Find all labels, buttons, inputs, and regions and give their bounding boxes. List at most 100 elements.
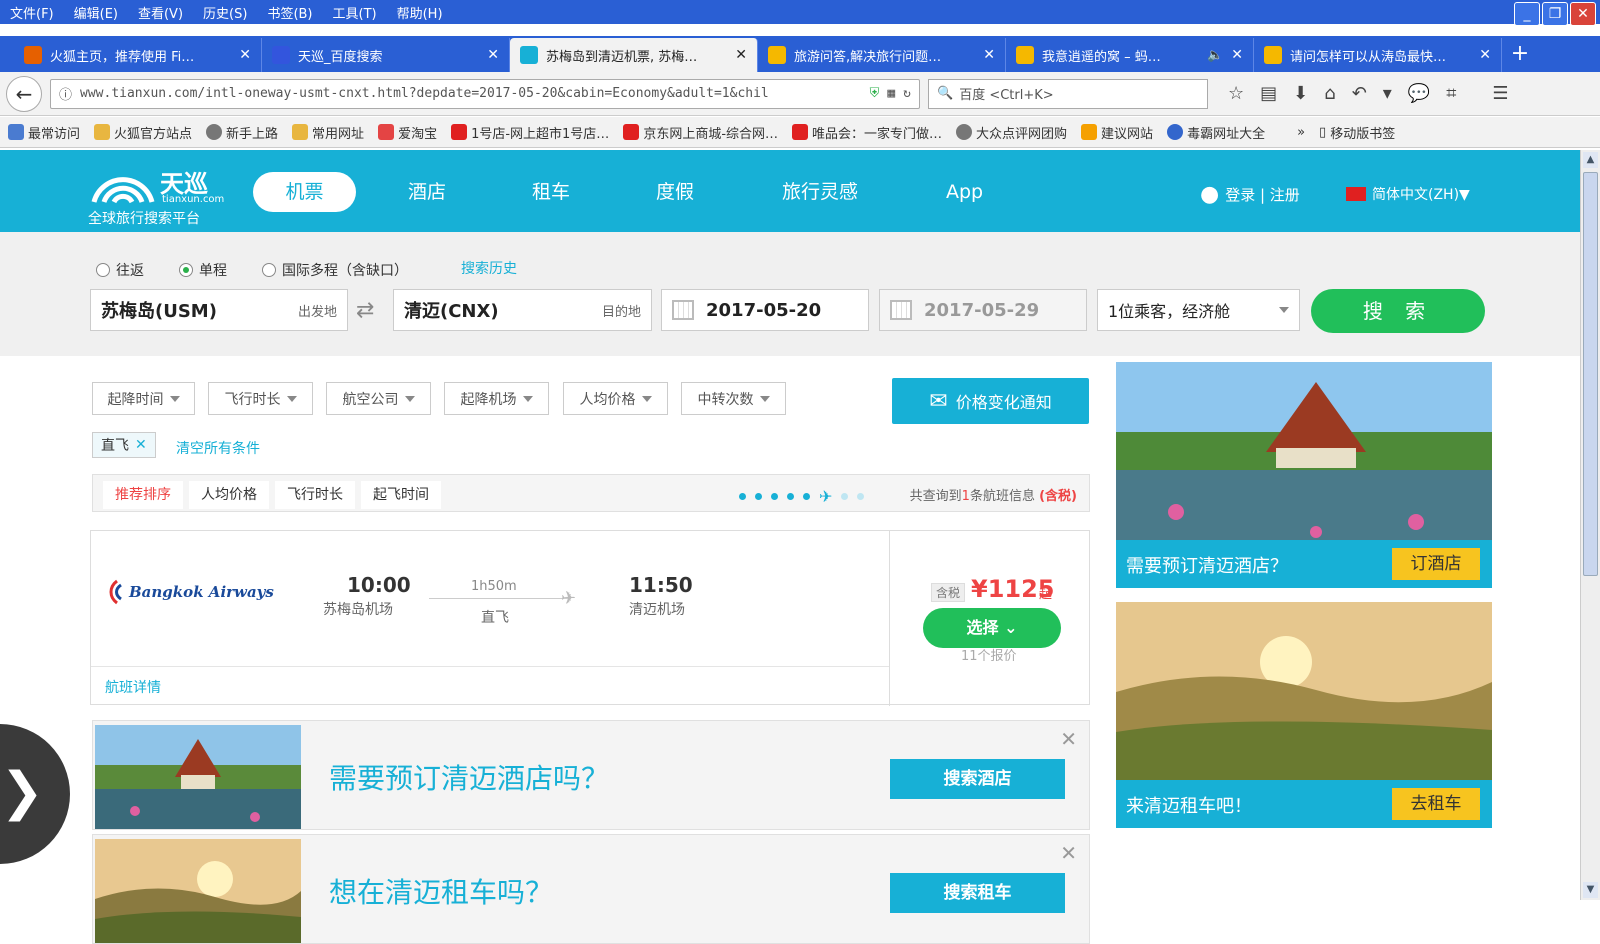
search-hotels-button[interactable]: 搜索酒店 — [890, 759, 1065, 799]
chat-icon[interactable]: 💬 — [1408, 83, 1430, 104]
return-date-field[interactable]: 2017-05-29 — [879, 289, 1087, 331]
next-arrow-button[interactable]: ❯ — [0, 724, 70, 864]
qr-code-icon[interactable]: ▦ — [887, 86, 895, 101]
search-input[interactable]: 百度 <Ctrl+K> — [959, 84, 1053, 103]
search-button[interactable]: 搜 索 — [1311, 289, 1485, 333]
browser-tab[interactable]: 旅游问答,解决旅行问题… ✕ — [758, 38, 1006, 72]
address-bar[interactable]: ⓘ www.tianxun.com/intl-oneway-usmt-cnxt.… — [50, 78, 920, 109]
undo-icon[interactable]: ↶ — [1352, 83, 1367, 104]
minimize-icon[interactable]: _ — [1514, 2, 1540, 26]
info-icon[interactable]: ⓘ — [59, 84, 72, 103]
menu-bookmarks[interactable]: 书签(B) — [257, 3, 322, 22]
menu-file[interactable]: 文件(F) — [0, 3, 64, 22]
filter-stops[interactable]: 中转次数 — [681, 382, 786, 415]
nav-car-rental[interactable]: 租车 — [532, 172, 570, 212]
reload-icon[interactable]: ↻ — [903, 86, 911, 101]
flight-details-link[interactable]: 航班详情 — [105, 677, 161, 697]
back-button[interactable]: ← — [6, 75, 42, 112]
bookmark-item[interactable]: 毒霸网址大全 — [1167, 123, 1265, 142]
browser-tab[interactable]: 请问怎样可以从涛岛最快… ✕ — [1254, 38, 1502, 72]
nav-inspiration[interactable]: 旅行灵感 — [782, 172, 858, 212]
menu-history[interactable]: 历史(S) — [193, 3, 257, 22]
menu-help[interactable]: 帮助(H) — [387, 3, 453, 22]
price-alert-button[interactable]: ✉ 价格变化通知 — [892, 378, 1089, 424]
trip-multicity-radio[interactable]: 国际多程（含缺口） — [262, 260, 408, 280]
bookmark-star-icon[interactable]: ☆ — [1228, 83, 1244, 104]
close-tab-icon[interactable]: ✕ — [1231, 47, 1243, 63]
filter-duration[interactable]: 飞行时长 — [208, 382, 313, 415]
browser-tab-active[interactable]: 苏梅岛到清迈机票, 苏梅… ✕ — [510, 38, 758, 72]
close-icon[interactable]: ✕ — [1060, 727, 1077, 751]
home-icon[interactable]: ⌂ — [1324, 83, 1335, 104]
bookmark-item[interactable]: 1号店-网上超市1号店… — [451, 123, 609, 142]
close-tab-icon[interactable]: ✕ — [487, 47, 499, 63]
bookmark-item[interactable]: 京东网上商城-综合网… — [623, 123, 778, 142]
filter-price[interactable]: 人均价格 — [563, 382, 668, 415]
maximize-icon[interactable]: ❐ — [1542, 2, 1568, 26]
rent-car-button[interactable]: 去租车 — [1392, 788, 1480, 820]
bookmark-item[interactable]: 建议网站 — [1081, 123, 1153, 142]
active-filter-chip[interactable]: 直飞 ✕ — [92, 432, 156, 458]
login-register[interactable]: ● 登录 | 注册 — [1200, 182, 1300, 207]
swap-icon[interactable]: ⇄ — [356, 298, 374, 323]
download-icon[interactable]: ⬇ — [1293, 83, 1308, 104]
trip-roundtrip-radio[interactable]: 往返 — [96, 260, 144, 280]
bookmark-item[interactable]: 最常访问 — [8, 123, 80, 142]
dropdown-icon[interactable]: ▾ — [1383, 83, 1392, 104]
passengers-select[interactable]: 1位乘客，经济舱 — [1097, 289, 1300, 331]
menu-edit[interactable]: 编辑(E) — [64, 3, 128, 22]
scroll-up-icon[interactable]: ▲ — [1583, 152, 1598, 168]
bookmark-item[interactable]: 常用网址 — [292, 123, 364, 142]
quote-count[interactable]: 11个报价 — [961, 645, 1017, 664]
hotel-side-ad[interactable]: 需要预订清迈酒店？ 订酒店 — [1116, 362, 1492, 588]
sort-departure[interactable]: 起飞时间 — [361, 481, 441, 509]
scroll-down-icon[interactable]: ▼ — [1583, 882, 1598, 898]
nav-hotels[interactable]: 酒店 — [408, 172, 446, 212]
filter-time[interactable]: 起降时间 — [92, 382, 195, 415]
remove-filter-icon[interactable]: ✕ — [135, 437, 147, 453]
nav-holidays[interactable]: 度假 — [656, 172, 694, 212]
origin-field[interactable]: 苏梅岛(USM) 出发地 — [90, 289, 348, 331]
speaker-icon[interactable]: 🔈 — [1207, 48, 1223, 63]
menu-view[interactable]: 查看(V) — [128, 3, 193, 22]
hamburger-menu-icon[interactable]: ☰ — [1472, 83, 1508, 104]
url-text[interactable]: www.tianxun.com/intl-oneway-usmt-cnxt.ht… — [80, 86, 862, 101]
select-flight-button[interactable]: 选择 ⌄ — [923, 608, 1061, 648]
sort-duration[interactable]: 飞行时长 — [275, 481, 355, 509]
browser-tab[interactable]: 天巡_百度搜索 ✕ — [262, 38, 510, 72]
bookmarks-overflow-icon[interactable]: » — [1297, 125, 1305, 140]
bookmark-item[interactable]: 新手上路 — [206, 123, 278, 142]
bookmark-item[interactable]: 大众点评网团购 — [956, 123, 1067, 142]
reading-list-icon[interactable]: ▤ — [1260, 83, 1277, 104]
mobile-bookmarks[interactable]: ▯ 移动版书签 — [1319, 123, 1395, 142]
close-icon[interactable]: ✕ — [1060, 841, 1077, 865]
close-tab-icon[interactable]: ✕ — [1479, 47, 1491, 63]
bookmark-item[interactable]: 火狐官方站点 — [94, 123, 192, 142]
shield-icon[interactable]: ⛨ — [870, 86, 880, 101]
browser-tab[interactable]: 我意逍遥的窝 – 蚂… 🔈 ✕ — [1006, 38, 1254, 72]
crop-icon[interactable]: ⌗ — [1446, 83, 1456, 104]
search-box[interactable]: 🔍 百度 <Ctrl+K> — [928, 78, 1208, 109]
filter-airport[interactable]: 起降机场 — [444, 382, 549, 415]
browser-tab[interactable]: 火狐主页，推荐使用 Fi… ✕ — [14, 38, 262, 72]
clear-filters-link[interactable]: 清空所有条件 — [176, 438, 260, 458]
destination-field[interactable]: 清迈(CNX) 目的地 — [393, 289, 652, 331]
car-side-ad[interactable]: 来清迈租车吧！ 去租车 — [1116, 602, 1492, 828]
search-cars-button[interactable]: 搜索租车 — [890, 873, 1065, 913]
depart-date-field[interactable]: 2017-05-20 — [661, 289, 869, 331]
nav-flights[interactable]: 机票 — [253, 172, 356, 212]
page-scrollbar[interactable]: ▲ ▼ — [1580, 150, 1600, 900]
bookmark-item[interactable]: 爱淘宝 — [378, 123, 437, 142]
bookmark-item[interactable]: 唯品会：一家专门做… — [792, 123, 942, 142]
sort-recommended[interactable]: 推荐排序 — [103, 481, 183, 509]
new-tab-button[interactable]: + — [1502, 38, 1538, 72]
sort-price[interactable]: 人均价格 — [189, 481, 269, 509]
filter-airline[interactable]: 航空公司 — [326, 382, 431, 415]
scrollbar-thumb[interactable] — [1583, 172, 1598, 576]
close-tab-icon[interactable]: ✕ — [239, 47, 251, 63]
nav-app[interactable]: App — [946, 172, 983, 212]
trip-oneway-radio[interactable]: 单程 — [179, 260, 227, 280]
close-tab-icon[interactable]: ✕ — [983, 47, 995, 63]
close-window-icon[interactable]: ✕ — [1570, 2, 1596, 26]
menu-tools[interactable]: 工具(T) — [323, 3, 387, 22]
